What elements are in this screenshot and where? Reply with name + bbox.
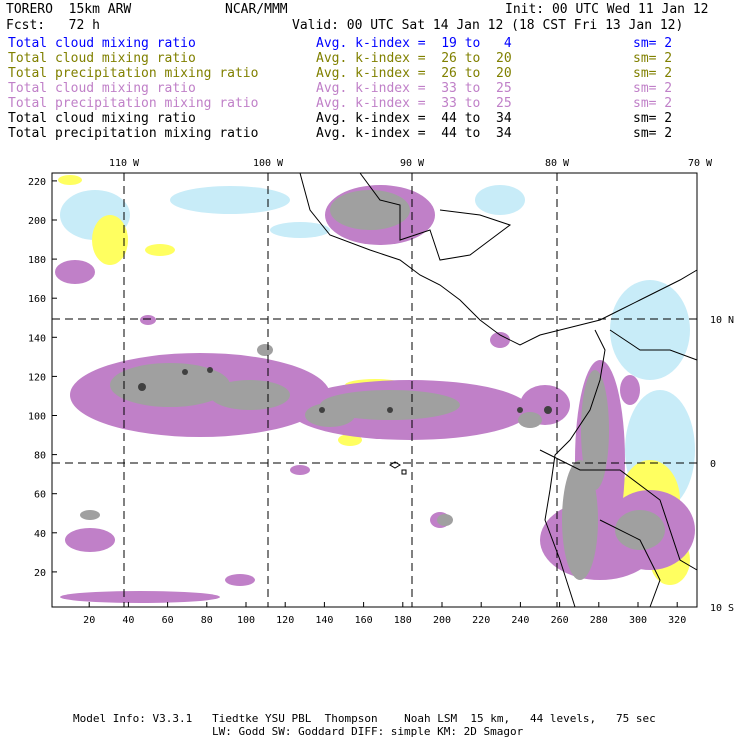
y-tick-label: 220 [28,177,46,188]
x-tick-label: 320 [668,615,686,626]
map-plot: 110 W 100 W 90 W 80 W 70 W 10 N 0 10 S 20 40 60 80 1… [28,158,734,626]
y-tick-label: 20 [34,568,46,579]
x-tick-label: 100 [237,615,255,626]
lat-label: 10 S [710,603,734,614]
x-tick-label: 300 [629,615,647,626]
lon-label: 110 W [109,158,140,169]
y-tick-label: 140 [28,333,46,344]
footer-line-2: LW: Godd SW: Goddard DIFF: simple KM: 2D… [212,725,524,738]
y-tick-label: 80 [34,451,46,462]
lon-label: 90 W [400,158,425,169]
x-tick-label: 220 [472,615,490,626]
x-tick-label: 80 [201,615,213,626]
lon-label: 70 W [688,158,713,169]
x-tick-label: 260 [551,615,569,626]
x-tick-label: 60 [162,615,174,626]
lat-label: 10 N [710,315,734,326]
x-tick-label: 280 [590,615,608,626]
y-tick-label: 120 [28,372,46,383]
x-tick-label: 140 [315,615,333,626]
x-tick-label: 20 [83,615,95,626]
x-tick-label: 180 [394,615,412,626]
y-tick-label: 60 [34,490,46,501]
y-tick-label: 160 [28,294,46,305]
lon-label: 80 W [545,158,570,169]
x-tick-label: 200 [433,615,451,626]
lat-label: 0 [710,459,716,470]
y-tick-label: 40 [34,529,46,540]
x-tick-label: 40 [122,615,134,626]
y-tick-label: 200 [28,216,46,227]
lon-label: 100 W [253,158,284,169]
y-tick-label: 100 [28,412,46,423]
x-tick-label: 120 [276,615,294,626]
y-tick-label: 180 [28,255,46,266]
x-tick-label: 160 [355,615,373,626]
x-tick-label: 240 [511,615,529,626]
